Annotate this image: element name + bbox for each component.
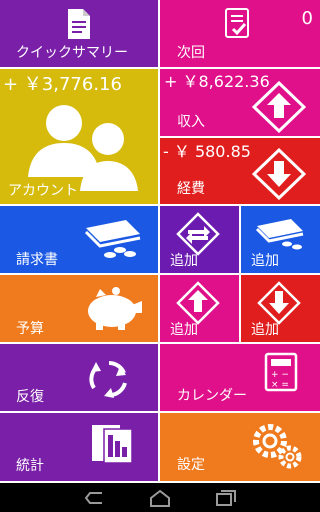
- add-transfer-label: 追加: [170, 253, 198, 269]
- expense-label: 経費: [177, 181, 205, 197]
- account-amount: + ￥3,776.16: [3, 74, 122, 95]
- repeat-tile[interactable]: 反復: [0, 344, 158, 411]
- expense-tile[interactable]: - ￥ 580.85 経費: [160, 138, 320, 204]
- add-income-label: 追加: [170, 322, 198, 338]
- stats-tile[interactable]: 統計: [0, 413, 158, 481]
- settings-tile[interactable]: 設定: [160, 413, 320, 481]
- up-arrow-icon: [176, 281, 220, 325]
- add-transfer-tile[interactable]: 追加: [160, 206, 239, 273]
- svg-text:+ −: + −: [271, 370, 289, 380]
- add-bill-tile[interactable]: 追加: [241, 206, 320, 273]
- next-label: 次回: [177, 45, 205, 61]
- bills-label: 請求書: [16, 252, 58, 268]
- budget-tile[interactable]: 予算: [0, 275, 158, 342]
- stats-label: 統計: [16, 458, 44, 474]
- money-stack-icon: [255, 219, 304, 250]
- home-icon[interactable]: [148, 489, 172, 507]
- down-arrow-icon: [252, 148, 306, 200]
- add-bill-label: 追加: [251, 253, 279, 269]
- people-silhouette-icon: [28, 105, 138, 191]
- transfer-icon: [176, 212, 220, 256]
- down-arrow-icon: [257, 281, 301, 325]
- next-tile[interactable]: 0 次回: [160, 0, 320, 67]
- account-label: アカウント: [8, 183, 78, 199]
- settings-label: 設定: [177, 457, 205, 473]
- svg-text:× =: × =: [271, 380, 289, 390]
- account-tile[interactable]: + ￥3,776.16 アカウント: [0, 69, 158, 204]
- income-tile[interactable]: + ￥8,622.36 収入: [160, 69, 320, 136]
- add-expense-tile[interactable]: 追加: [241, 275, 320, 342]
- add-income-tile[interactable]: 追加: [160, 275, 239, 342]
- piggy-bank-icon: [88, 287, 142, 330]
- add-expense-label: 追加: [251, 322, 279, 338]
- calendar-tile[interactable]: + − × = カレンダー: [160, 344, 320, 411]
- recents-icon[interactable]: [214, 489, 238, 507]
- report-icon: [92, 425, 133, 464]
- document-icon: [68, 9, 90, 39]
- checklist-icon: [225, 8, 249, 38]
- bills-tile[interactable]: 請求書: [0, 206, 158, 273]
- back-icon[interactable]: [82, 489, 106, 507]
- income-label: 収入: [177, 114, 205, 130]
- gears-icon: [253, 424, 302, 469]
- money-stack-icon: [84, 220, 141, 258]
- next-count: 0: [301, 8, 313, 29]
- expense-amount: - ￥ 580.85: [163, 142, 251, 161]
- quick-summary-label: クイックサマリー: [16, 45, 128, 61]
- up-arrow-icon: [252, 81, 306, 133]
- repeat-icon: [89, 360, 127, 398]
- system-navigation-bar: [0, 483, 320, 512]
- calculator-icon: + − × =: [264, 352, 298, 392]
- budget-label: 予算: [16, 321, 44, 337]
- quick-summary-tile[interactable]: クイックサマリー: [0, 0, 158, 67]
- repeat-label: 反復: [16, 389, 44, 405]
- calendar-label: カレンダー: [177, 388, 247, 404]
